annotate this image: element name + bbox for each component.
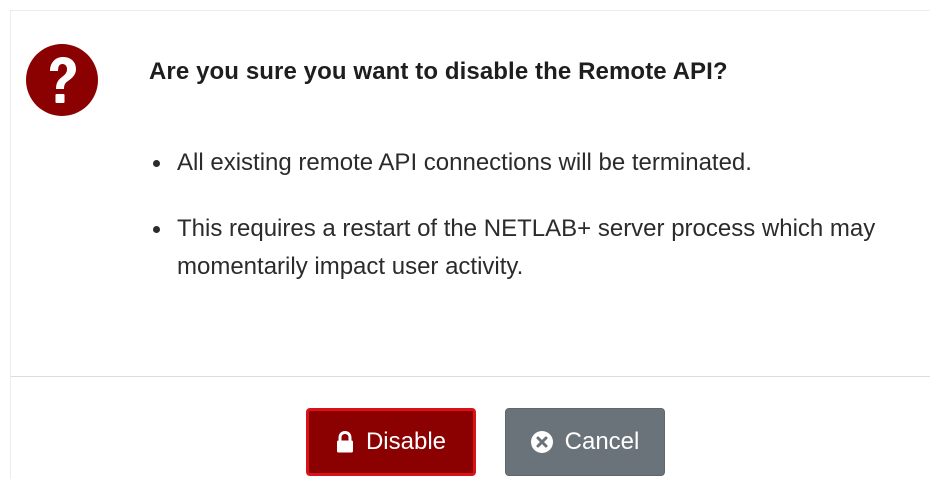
- list-item: All existing remote API connections will…: [151, 144, 930, 182]
- question-circle-icon: [26, 44, 98, 116]
- lock-icon: [336, 430, 354, 453]
- list-item: This requires a restart of the NETLAB+ s…: [151, 210, 930, 286]
- confirm-dialog: Are you sure you want to disable the Rem…: [10, 10, 930, 479]
- footer-divider: [11, 376, 930, 377]
- times-circle-icon: [530, 431, 553, 453]
- list-item-text: This requires a restart of the NETLAB+ s…: [177, 215, 876, 280]
- bullet-dot: [153, 226, 160, 233]
- list-item-text: All existing remote API connections will…: [177, 149, 752, 176]
- disable-button-label: Disable: [365, 428, 447, 455]
- cancel-button-label: Cancel: [564, 428, 640, 455]
- cancel-button[interactable]: Cancel: [505, 408, 665, 476]
- warning-list: All existing remote API connections will…: [151, 144, 930, 314]
- bullet-dot: [153, 160, 160, 167]
- disable-button[interactable]: Disable: [306, 408, 476, 476]
- dialog-title: Are you sure you want to disable the Rem…: [149, 58, 728, 85]
